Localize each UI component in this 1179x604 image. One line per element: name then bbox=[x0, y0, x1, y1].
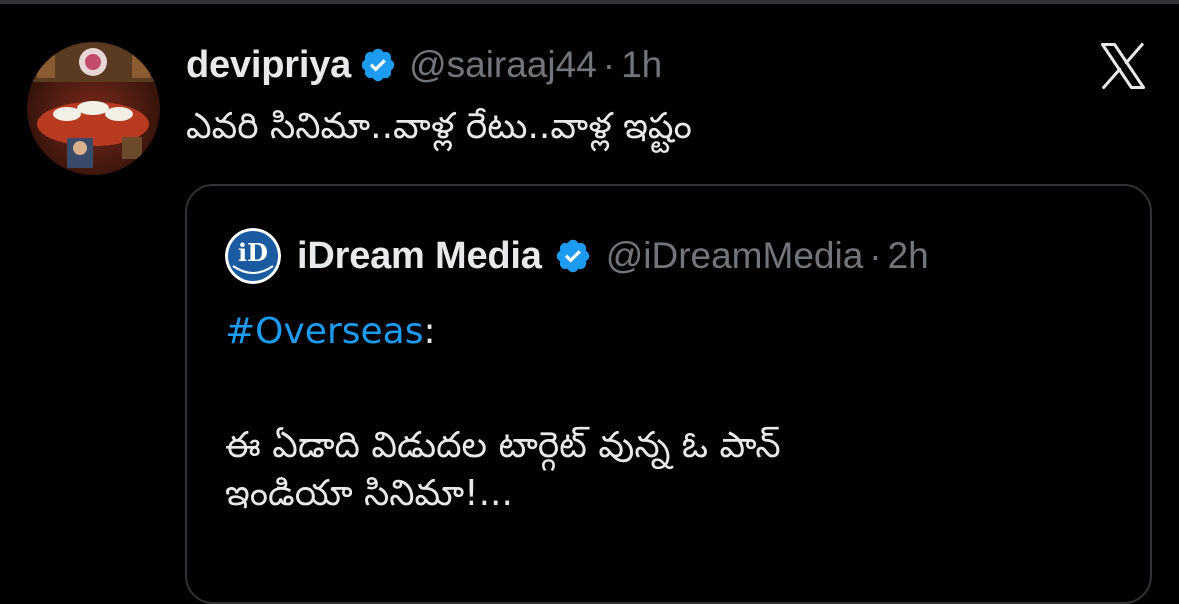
tweet-header: devipriya @sairaaj44 · 1h bbox=[186, 40, 662, 90]
tweet-text: ఎవరి సినిమా..వాళ్ల రేటు..వాళ్ల ఇష్టం bbox=[186, 106, 692, 147]
quoted-tweet-header: iD iDream Media @iDreamMedia · 2h bbox=[225, 228, 929, 284]
verified-badge-icon[interactable] bbox=[554, 237, 592, 275]
quoted-tweet-card[interactable]: iD iDream Media @iDreamMedia · 2h #Overs… bbox=[185, 184, 1152, 604]
verified-badge-icon[interactable] bbox=[359, 46, 397, 84]
header-separator: · bbox=[602, 44, 616, 85]
quoted-header-separator: · bbox=[869, 235, 882, 276]
tweet-timestamp[interactable]: 1h bbox=[621, 44, 662, 86]
quoted-text-line-1: ఈ ఏడాది విడుదల టార్గెట్ వున్న ఓ పాన్ bbox=[225, 425, 781, 466]
author-handle[interactable]: @sairaaj44 bbox=[409, 44, 597, 86]
quoted-hashtag-line: #Overseas: bbox=[225, 308, 1125, 356]
quoted-author-handle[interactable]: @iDreamMedia bbox=[606, 235, 864, 277]
hashtag-link[interactable]: #Overseas bbox=[225, 311, 423, 352]
quoted-author-display-name[interactable]: iDream Media bbox=[297, 235, 542, 278]
quoted-tweet-text: #Overseas: ఈ ఏడాది విడుదల టార్గెట్ వున్న… bbox=[225, 308, 1125, 518]
x-logo-icon[interactable] bbox=[1095, 38, 1151, 94]
quoted-text-line-2: ఇండియా సినిమా!... bbox=[225, 473, 513, 514]
quoted-tweet-timestamp[interactable]: 2h bbox=[888, 235, 929, 277]
author-avatar[interactable] bbox=[27, 42, 160, 175]
svg-text:iD: iD bbox=[238, 238, 268, 267]
tweet-card: devipriya @sairaaj44 · 1h ఎవరి సినిమా..వ… bbox=[0, 0, 1179, 604]
author-display-name[interactable]: devipriya bbox=[186, 44, 351, 87]
hashtag-suffix: : bbox=[423, 311, 436, 352]
quoted-author-avatar[interactable]: iD bbox=[225, 228, 281, 284]
